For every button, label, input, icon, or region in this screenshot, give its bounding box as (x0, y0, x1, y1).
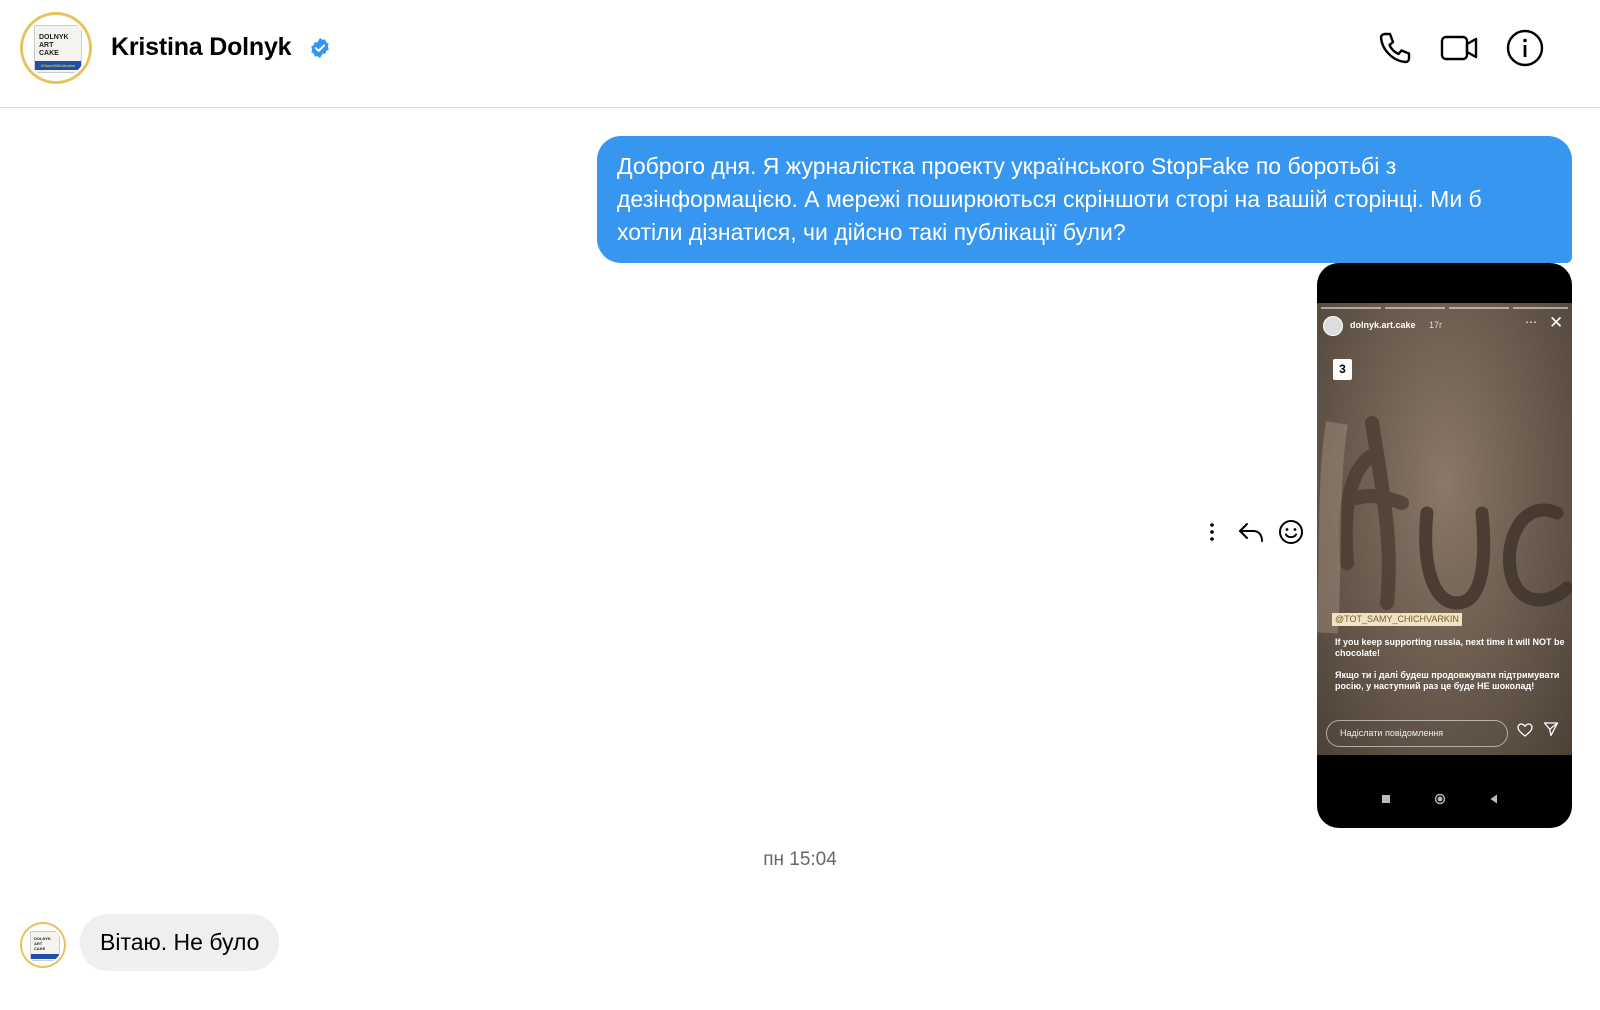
avatar-book-graphic: DOLNYK ART CAKE (30, 931, 60, 961)
avatar-logo-text: DOLNYK ART CAKE (39, 34, 69, 57)
story-username: dolnyk.art.cake (1350, 320, 1416, 330)
reply-icon[interactable] (1236, 517, 1266, 547)
phone-icon[interactable] (1375, 28, 1415, 68)
avatar-logo-text: DOLNYK ART CAKE (34, 936, 51, 951)
avatar-book-graphic: DOLNYK ART CAKE #StandWithUkraine (34, 25, 82, 73)
story-caption: If you keep supporting russia, next time… (1335, 637, 1565, 691)
avatar-tag (31, 954, 59, 959)
info-icon[interactable] (1505, 28, 1545, 68)
story-reply-input: Надіслати повідомлення (1326, 720, 1508, 747)
outgoing-message[interactable]: Доброго дня. Я журналістка проекту украї… (597, 136, 1572, 263)
story-progress-segment (1385, 307, 1445, 309)
story-progress-segment (1449, 307, 1509, 309)
message-thread: Доброго дня. Я журналістка проекту украї… (0, 109, 1600, 1010)
more-options-icon[interactable] (1197, 517, 1227, 547)
sender-avatar[interactable]: DOLNYK ART CAKE (20, 922, 66, 968)
story-heart-icon (1517, 723, 1533, 737)
story-close-icon: ✕ (1549, 313, 1564, 332)
contact-name[interactable]: Kristina Dolnyk (111, 33, 292, 62)
avatar-image: DOLNYK ART CAKE #StandWithUkraine (23, 15, 89, 81)
message-timestamp: пн 15:04 (763, 849, 837, 870)
avatar-image: DOLNYK ART CAKE (22, 924, 64, 966)
android-recents-icon (1382, 795, 1390, 803)
story-time: 17г (1429, 320, 1443, 330)
story-more-icon: ⋯ (1525, 315, 1537, 329)
story-mention-sticker: @TOT_SAMY_CHICHVARKIN (1332, 613, 1462, 626)
android-home-icon (1434, 793, 1446, 805)
story-avatar (1323, 316, 1343, 336)
avatar-tag: #StandWithUkraine (35, 61, 81, 70)
story-progress-segment (1321, 307, 1381, 309)
video-call-icon[interactable] (1439, 28, 1479, 68)
story-progress-segment (1513, 307, 1568, 309)
story-number-badge: 3 (1333, 359, 1352, 380)
incoming-message[interactable]: Вітаю. Не було (80, 914, 280, 971)
emoji-reaction-icon[interactable] (1276, 517, 1306, 547)
story-screenshot-attachment[interactable]: dolnyk.art.cake 17г ⋯ ✕ 3 @TOT_SAMY_CHIC… (1317, 263, 1572, 828)
contact-avatar[interactable]: DOLNYK ART CAKE #StandWithUkraine (20, 12, 92, 84)
verified-badge-icon (311, 37, 329, 59)
chat-header: DOLNYK ART CAKE #StandWithUkraine Kristi… (0, 0, 1600, 108)
story-send-icon (1543, 722, 1559, 737)
android-back-icon (1490, 794, 1497, 804)
